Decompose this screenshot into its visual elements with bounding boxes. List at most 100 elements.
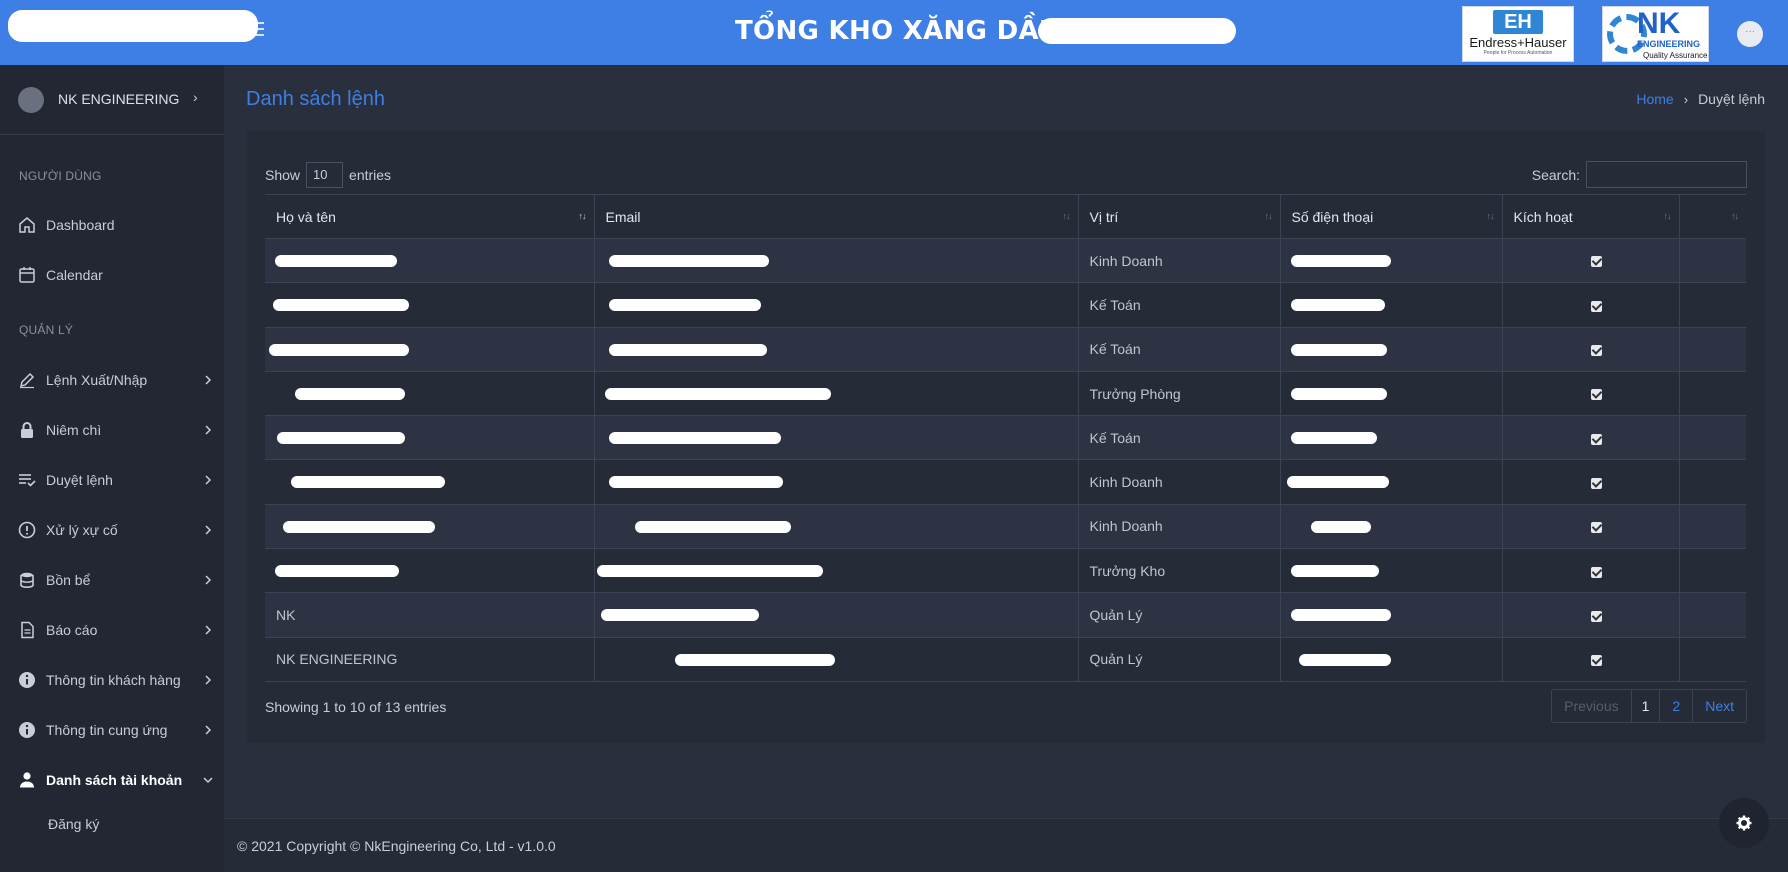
active-checkbox[interactable]: [1590, 345, 1602, 357]
active-checkbox[interactable]: [1590, 300, 1602, 312]
table-row: NK Quản Lý: [265, 592, 1746, 638]
phone-cell: [1280, 637, 1503, 682]
lock-icon: [21, 422, 33, 438]
footer: © 2021 Copyright © NkEngineering Co, Ltd…: [224, 818, 1788, 872]
active-checkbox[interactable]: [1590, 389, 1602, 401]
active-checkbox[interactable]: [1590, 256, 1602, 268]
sidebar-item-label: Danh sách tài khoản: [46, 772, 183, 788]
page-size-select[interactable]: 10: [306, 162, 344, 188]
column-header-position[interactable]: Vị trí ↑↓: [1078, 194, 1281, 239]
chevron-right-icon: [205, 525, 212, 535]
name-cell: [265, 238, 595, 284]
accounts-table: Họ và tên ↑↓ Email ↑↓ Vị trí ↑↓ Số điện tho…: [265, 194, 1746, 682]
section-label-manage: QUẢN LÝ: [19, 323, 74, 337]
position-cell: Kinh Doanh: [1078, 459, 1281, 505]
position-cell: Quản Lý: [1078, 637, 1281, 682]
sidebar-item-label: Thông tin cung ứng: [46, 722, 168, 738]
column-header-actions[interactable]: ↑↓: [1679, 194, 1746, 239]
actions-cell: [1679, 459, 1746, 505]
sidebar-subitem-dang-ky[interactable]: Đăng ký: [48, 816, 99, 832]
column-header-active[interactable]: Kích hoạt ↑↓: [1502, 194, 1680, 239]
show-label: Show: [265, 167, 301, 183]
pagination-next[interactable]: Next: [1693, 690, 1746, 722]
phone-cell: [1280, 592, 1503, 638]
alert-circle-icon: [18, 521, 36, 539]
redacted-brand: [8, 10, 258, 42]
name-cell: NK: [265, 592, 595, 638]
page-size-control: Show 10 entries: [265, 162, 391, 188]
sidebar-item-label: Thông tin khách hàng: [46, 672, 181, 688]
actions-cell: [1679, 548, 1746, 594]
active-checkbox[interactable]: [1590, 522, 1602, 534]
name-cell: NK ENGINEERING: [265, 637, 595, 682]
chevron-right-icon: [205, 675, 212, 685]
phone-cell: [1280, 327, 1503, 372]
gear-icon: [1736, 815, 1752, 831]
column-header-phone[interactable]: Số điện thoại ↑↓: [1280, 194, 1503, 239]
phone-cell: [1280, 371, 1503, 417]
sidebar-item-bon-be[interactable]: Bồn bể: [0, 562, 224, 598]
breadcrumb-home-link[interactable]: Home: [1636, 91, 1673, 107]
pagination-previous[interactable]: Previous: [1552, 690, 1632, 722]
name-cell: [265, 548, 595, 594]
top-header: TỔNG KHO XĂNG DẦU EH Endress+Hauser Peop…: [0, 0, 1788, 65]
email-cell: [594, 504, 1079, 550]
email-cell: [594, 282, 1079, 328]
endress-hauser-logo: EH Endress+Hauser People for Process Aut…: [1462, 6, 1574, 62]
actions-cell: [1679, 238, 1746, 284]
pagination: Previous 1 2 Next: [1551, 689, 1747, 723]
table-row: Trưởng Phòng: [265, 371, 1746, 417]
sidebar-item-calendar[interactable]: Calendar: [0, 257, 224, 293]
pagination-page-1[interactable]: 1: [1631, 690, 1661, 722]
active-cell: [1502, 282, 1680, 328]
pagination-page-2[interactable]: 2: [1660, 690, 1694, 722]
column-header-email[interactable]: Email ↑↓: [594, 194, 1079, 239]
active-checkbox[interactable]: [1590, 610, 1602, 622]
footer-copyright: © 2021 Copyright © NkEngineering Co, Ltd…: [237, 838, 556, 854]
sort-icon: ↑↓: [1264, 211, 1273, 221]
sort-asc-icon: ↑↓: [578, 211, 587, 221]
active-checkbox[interactable]: [1590, 433, 1602, 445]
name-cell: [265, 327, 595, 372]
email-cell: [594, 415, 1079, 461]
sidebar-item-thong-tin-cung-ung[interactable]: Thông tin cung ứng: [0, 712, 224, 748]
sidebar-item-danh-sach-tai-khoan[interactable]: Danh sách tài khoản: [0, 762, 224, 798]
table-row: Trưởng Kho: [265, 548, 1746, 594]
sidebar-item-label: Dashboard: [46, 217, 115, 233]
chevron-right-icon: [205, 625, 212, 635]
chevron-right-icon: [205, 375, 212, 385]
sidebar-user[interactable]: NK ENGINEERING ›: [0, 65, 224, 135]
sidebar-item-duyet-lenh[interactable]: Duyệt lệnh: [0, 462, 224, 498]
user-avatar-icon[interactable]: ···: [1737, 21, 1763, 47]
actions-cell: [1679, 327, 1746, 372]
sidebar-item-lenh-xuat-nhap[interactable]: Lệnh Xuất/Nhập: [0, 362, 224, 398]
calendar-icon: [19, 267, 35, 283]
email-cell: [594, 592, 1079, 638]
table-row: Kế Toán: [265, 327, 1746, 372]
sidebar-item-dashboard[interactable]: Dashboard: [0, 207, 224, 243]
checklist-icon: [19, 474, 36, 487]
sidebar-item-niem-chi[interactable]: Niêm chì: [0, 412, 224, 448]
settings-button[interactable]: [1719, 798, 1769, 848]
phone-cell: [1280, 415, 1503, 461]
actions-cell: [1679, 282, 1746, 328]
chevron-right-icon: [205, 425, 212, 435]
section-label-user: NGƯỜI DÙNG: [19, 169, 102, 183]
active-checkbox[interactable]: [1590, 655, 1602, 667]
active-checkbox[interactable]: [1590, 477, 1602, 489]
position-cell: Kế Toán: [1078, 282, 1281, 328]
active-checkbox[interactable]: [1590, 566, 1602, 578]
nk-engineering-logo: NK ENGINEERING Quality Assurance: [1602, 6, 1709, 62]
sidebar-item-thong-tin-khach-hang[interactable]: Thông tin khách hàng: [0, 662, 224, 698]
sidebar-item-bao-cao[interactable]: Báo cáo: [0, 612, 224, 648]
sidebar-user-name: NK ENGINEERING: [58, 91, 180, 107]
phone-cell: [1280, 238, 1503, 284]
chevron-right-icon: ›: [193, 89, 198, 105]
column-header-name[interactable]: Họ và tên ↑↓: [265, 194, 595, 239]
search-control: Search:: [1532, 161, 1747, 188]
search-input[interactable]: [1586, 161, 1747, 188]
actions-cell: [1679, 415, 1746, 461]
menu-toggle-icon[interactable]: [248, 22, 264, 36]
sidebar-item-xu-ly-su-co[interactable]: Xử lý xự cố: [0, 512, 224, 548]
email-cell: [594, 327, 1079, 372]
